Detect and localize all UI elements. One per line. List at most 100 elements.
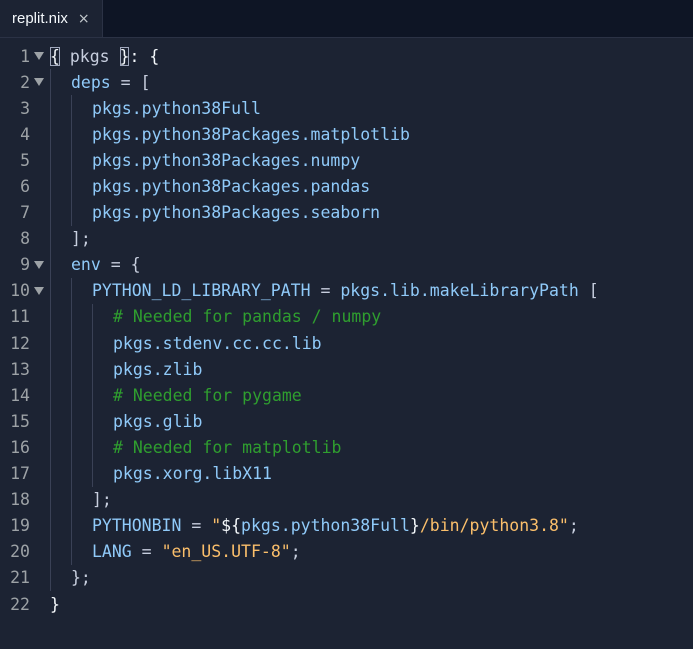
code-line[interactable]: 17 pkgs.xorg.libX11 <box>0 460 693 487</box>
line-number: 19 <box>10 516 30 536</box>
token-comment: # Needed for pandas / numpy <box>113 307 382 327</box>
code-line[interactable]: 6 pkgs.python38Packages.pandas <box>0 173 693 200</box>
indent-guide <box>71 330 72 357</box>
indent-guide <box>92 303 93 331</box>
code-content: PYTHONBIN = "${pkgs.python38Full}/bin/py… <box>48 512 693 539</box>
token-default: pkgs <box>59 46 120 66</box>
chevron-down-icon[interactable] <box>30 286 48 295</box>
indent-guide <box>50 486 51 513</box>
token-comment: # Needed for matplotlib <box>113 437 342 457</box>
line-number: 3 <box>20 98 30 118</box>
indent-guide <box>71 121 72 148</box>
code-line[interactable]: 1 { pkgs }: { <box>0 43 693 69</box>
line-number: 6 <box>20 177 30 197</box>
code-line[interactable]: 19 PYTHONBIN = "${pkgs.python38Full}/bin/… <box>0 512 693 539</box>
close-icon[interactable]: × <box>78 12 90 26</box>
code-editor[interactable]: 1{ pkgs }: {2 deps = [3 pkgs.python38Full 4… <box>0 41 693 649</box>
token-key: pkgs.python38Packages.pandas <box>92 177 371 197</box>
code-line[interactable]: 4 pkgs.python38Packages.matplotlib <box>0 121 693 148</box>
token-key: pkgs.lib.makeLibraryPath <box>340 281 579 301</box>
token-key: pkgs.python38Full <box>92 98 261 118</box>
indent-guide <box>50 173 51 200</box>
token-key: pkgs.python38Packages.seaborn <box>92 203 381 223</box>
token-default: = <box>310 281 341 301</box>
indent-guide <box>50 330 51 357</box>
code-text: pkgs.xorg.libX11 <box>48 464 272 483</box>
indent-guide <box>50 199 51 226</box>
indent-guide <box>50 303 51 331</box>
code-text: pkgs.python38Packages.seaborn <box>48 203 380 222</box>
code-line[interactable]: 20 LANG = "en_US.UTF-8"; <box>0 538 693 565</box>
code-text: # Needed for pandas / numpy <box>48 307 381 326</box>
line-number: 21 <box>10 568 30 588</box>
code-content: PYTHON_LD_LIBRARY_PATH = pkgs.lib.makeLi… <box>48 277 693 304</box>
indent-guide <box>71 147 72 174</box>
code-text: # Needed for pygame <box>48 386 302 405</box>
chevron-down-icon[interactable] <box>30 260 48 269</box>
indent-guide <box>92 408 93 435</box>
indent-guide <box>71 512 72 539</box>
code-line[interactable]: 5 pkgs.python38Packages.numpy <box>0 147 693 174</box>
token-default: [ <box>578 281 599 301</box>
line-number: 1 <box>20 46 30 66</box>
indent-guide <box>71 95 72 122</box>
line-number: 10 <box>10 281 30 301</box>
token-key: pkgs.glib <box>113 411 203 431</box>
code-text: PYTHON_LD_LIBRARY_PATH = pkgs.lib.makeLi… <box>48 281 599 300</box>
indent-guide <box>71 486 72 513</box>
token-default: }; <box>71 568 91 588</box>
code-content: # Needed for matplotlib <box>48 434 693 461</box>
indent-guide <box>92 434 93 461</box>
token-key: LANG <box>92 542 132 562</box>
token-punct: } <box>119 46 130 66</box>
line-number: 12 <box>10 333 30 353</box>
code-line[interactable]: 8]; <box>0 225 693 252</box>
indent-guide <box>50 382 51 409</box>
indent-guide <box>71 434 72 461</box>
indent-guide <box>71 538 72 565</box>
code-line[interactable]: 16 # Needed for matplotlib <box>0 434 693 461</box>
code-line[interactable]: 18]; <box>0 486 693 513</box>
code-line[interactable]: 7 pkgs.python38Packages.seaborn <box>0 199 693 226</box>
code-line[interactable]: 22} <box>0 591 693 617</box>
code-content: pkgs.xorg.libX11 <box>48 460 693 487</box>
code-line[interactable]: 3 pkgs.python38Full <box>0 95 693 122</box>
code-line[interactable]: 14 # Needed for pygame <box>0 382 693 409</box>
code-line[interactable]: 2 deps = [ <box>0 69 693 96</box>
indent-guide <box>92 382 93 409</box>
code-content: env = { <box>48 251 693 278</box>
code-line[interactable]: 10 PYTHON_LD_LIBRARY_PATH = pkgs.lib.make… <box>0 277 693 304</box>
token-key: pkgs.stdenv.cc.cc.lib <box>113 333 322 353</box>
code-line[interactable]: 13 pkgs.zlib <box>0 356 693 383</box>
token-default: = { <box>100 255 141 275</box>
code-line[interactable]: 15 pkgs.glib <box>0 408 693 435</box>
code-line[interactable]: 11 # Needed for pandas / numpy <box>0 303 693 331</box>
code-content: pkgs.python38Packages.seaborn <box>48 199 693 226</box>
line-number: 8 <box>20 229 30 249</box>
line-number: 13 <box>10 359 30 379</box>
indent-guide <box>71 303 72 331</box>
line-number: 20 <box>10 542 30 562</box>
token-key: pkgs.python38Packages.numpy <box>92 150 361 170</box>
code-line[interactable]: 9 env = { <box>0 251 693 278</box>
token-key: PYTHONBIN <box>92 516 182 536</box>
code-text: pkgs.python38Packages.numpy <box>48 151 360 170</box>
indent-guide <box>50 147 51 174</box>
indent-guide <box>50 95 51 122</box>
indent-guide <box>50 434 51 461</box>
indent-guide <box>71 277 72 304</box>
tab-label: replit.nix <box>12 10 68 27</box>
chevron-down-icon[interactable] <box>30 78 48 87</box>
token-string: " <box>211 516 222 536</box>
token-comment: # Needed for pygame <box>113 385 302 405</box>
code-line[interactable]: 12 pkgs.stdenv.cc.cc.lib <box>0 330 693 357</box>
chevron-down-icon[interactable] <box>30 52 48 61</box>
token-default: = [ <box>110 72 151 92</box>
code-content: pkgs.python38Full <box>48 95 693 122</box>
code-content: deps = [ <box>48 69 693 96</box>
code-text: pkgs.python38Packages.matplotlib <box>48 125 410 144</box>
tab-replit-nix[interactable]: replit.nix × <box>0 0 103 37</box>
token-default: ]; <box>71 229 91 249</box>
code-line[interactable]: 21}; <box>0 564 693 591</box>
token-default: = <box>131 542 162 562</box>
